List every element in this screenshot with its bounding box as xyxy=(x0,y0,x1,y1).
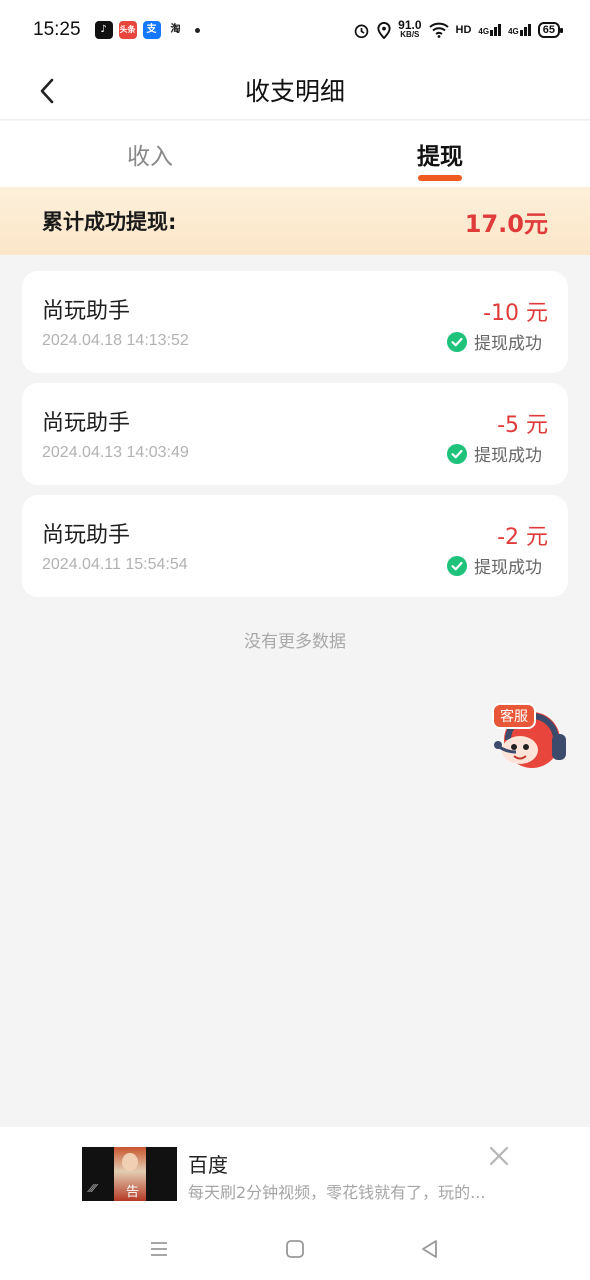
ad-logo-icon: ⁄⁄⁄ xyxy=(90,1182,96,1195)
ad-thumbnail[interactable]: 告 ⁄⁄⁄ xyxy=(82,1147,177,1201)
summary-label: 累计成功提现: xyxy=(42,210,177,234)
ad-banner[interactable]: 告 ⁄⁄⁄ 百度 每天刷2分钟视频，零花钱就有了，玩的... xyxy=(0,1127,590,1225)
active-tab-indicator xyxy=(418,175,462,181)
tab-income[interactable]: 收入 xyxy=(60,121,240,187)
signal-icon-2: 4G xyxy=(508,24,531,36)
record-time: 2024.04.18 14:13:52 xyxy=(42,332,189,349)
ad-title: 百度 xyxy=(188,1153,228,1177)
toutiao-icon: 头条 xyxy=(118,21,137,39)
page-title: 收支明细 xyxy=(244,76,345,106)
record-status: 提现成功 xyxy=(447,553,542,578)
withdraw-record[interactable]: 尚玩助手 2024.04.13 14:03:49 -5 元 提现成功 xyxy=(22,383,568,485)
close-icon[interactable] xyxy=(488,1145,510,1167)
douyin-icon: ♪ xyxy=(94,21,113,39)
status-time: 15:25 xyxy=(33,19,81,40)
record-status-label: 提现成功 xyxy=(474,334,542,354)
record-status-label: 提现成功 xyxy=(474,558,542,578)
record-status-label: 提现成功 xyxy=(474,446,542,466)
system-nav-bar xyxy=(0,1225,590,1280)
network-speed: 91.0 KB/S xyxy=(398,18,422,39)
customer-service-button[interactable]: 客服 xyxy=(490,700,576,774)
more-notifications-dot xyxy=(194,27,200,33)
back-arrow-icon[interactable] xyxy=(30,70,70,110)
withdraw-record-list: 尚玩助手 2024.04.18 14:13:52 -10 元 提现成功 尚玩助手… xyxy=(22,271,568,607)
status-bar: 15:25 ♪ 头条 支 淘 91.0 KB/S HD 4G 4G 65 xyxy=(0,0,590,60)
hd-indicator: HD xyxy=(455,24,472,36)
record-time: 2024.04.13 14:03:49 xyxy=(42,444,189,461)
ad-description: 每天刷2分钟视频，零花钱就有了，玩的... xyxy=(188,1183,486,1202)
wifi-icon xyxy=(428,22,449,38)
menu-icon[interactable] xyxy=(147,1237,171,1261)
record-amount: -10 元 xyxy=(483,301,548,326)
record-amount: -2 元 xyxy=(497,525,548,550)
record-time: 2024.04.11 15:54:54 xyxy=(42,556,188,573)
notification-icons: ♪ 头条 支 淘 xyxy=(94,21,200,39)
withdraw-summary: 累计成功提现: 17.0元 xyxy=(0,187,590,255)
taobao-icon: 淘 xyxy=(166,21,185,39)
record-source: 尚玩助手 xyxy=(42,523,131,548)
summary-value: 17.0元 xyxy=(464,209,548,238)
header-bar: 收支明细 xyxy=(0,60,590,120)
customer-service-label: 客服 xyxy=(492,703,536,729)
tab-bar: 收入 提现 xyxy=(0,121,590,187)
withdraw-record[interactable]: 尚玩助手 2024.04.11 15:54:54 -2 元 提现成功 xyxy=(22,495,568,597)
status-indicators: 91.0 KB/S HD 4G 4G 65 xyxy=(353,18,564,40)
record-status: 提现成功 xyxy=(447,329,542,354)
home-square-icon[interactable] xyxy=(283,1237,307,1261)
alarm-icon xyxy=(354,24,369,38)
record-amount: -5 元 xyxy=(497,413,548,438)
back-triangle-icon[interactable] xyxy=(418,1237,442,1261)
check-circle-icon xyxy=(447,443,467,464)
battery-icon: 65 xyxy=(537,22,564,38)
record-source: 尚玩助手 xyxy=(42,299,131,324)
record-source: 尚玩助手 xyxy=(42,411,131,436)
alipay-icon: 支 xyxy=(142,21,161,39)
location-icon xyxy=(377,21,391,39)
no-more-data-text: 没有更多数据 xyxy=(244,632,346,652)
check-circle-icon xyxy=(447,555,467,576)
ad-tag: 告 xyxy=(126,1185,140,1200)
record-status: 提现成功 xyxy=(447,441,542,466)
withdraw-record[interactable]: 尚玩助手 2024.04.18 14:13:52 -10 元 提现成功 xyxy=(22,271,568,373)
check-circle-icon xyxy=(447,331,467,352)
signal-icon-1: 4G xyxy=(478,24,502,36)
